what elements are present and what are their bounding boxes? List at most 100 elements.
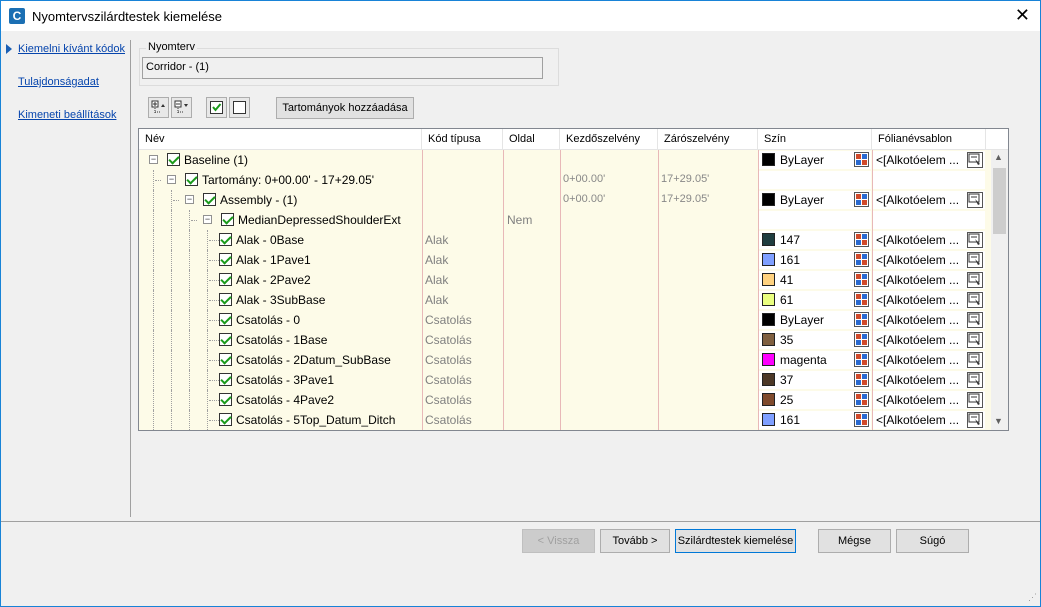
layer-picker-icon[interactable] <box>967 412 983 428</box>
row-layer-cell[interactable]: <[Alkotóelem ... <box>873 151 985 169</box>
row-checkbox[interactable] <box>219 353 232 366</box>
row-layer-cell[interactable] <box>873 211 985 229</box>
row-checkbox[interactable] <box>203 193 216 206</box>
layer-picker-icon[interactable] <box>967 152 983 168</box>
row-color-cell[interactable]: ByLayer <box>759 311 871 329</box>
collapse-toggle-icon[interactable]: − <box>185 195 194 204</box>
table-row[interactable]: − Assembly - (1) 0+00.00' 17+29.05' ByLayer <… <box>139 190 991 210</box>
row-color-cell[interactable]: magenta <box>759 351 871 369</box>
nav-item-tulajdonsagadat[interactable]: Tulajdonságadat <box>18 76 99 88</box>
row-layer-cell[interactable]: <[Alkotóelem ... <box>873 391 985 409</box>
layer-picker-icon[interactable] <box>967 372 983 388</box>
row-color-cell[interactable]: 35 <box>759 331 871 349</box>
color-picker-icon[interactable] <box>854 272 869 287</box>
col-header-folianevsablon[interactable]: Fólianévsablon <box>872 129 986 150</box>
layer-picker-icon[interactable] <box>967 192 983 208</box>
table-row[interactable]: Csatolás - 0 Csatolás ByLayer <[Alkotóelem … <box>139 310 991 330</box>
row-layer-cell[interactable]: <[Alkotóelem ... <box>873 371 985 389</box>
vertical-scrollbar[interactable]: ▲ ▼ <box>991 150 1008 430</box>
row-layer-cell[interactable]: <[Alkotóelem ... <box>873 331 985 349</box>
table-row[interactable]: Csatolás - 2Datum_SubBase Csatolás magenta… <box>139 350 991 370</box>
table-row[interactable]: Alak - 1Pave1 Alak 161 <[Alkotóelem ... <box>139 250 991 270</box>
color-picker-icon[interactable] <box>854 292 869 307</box>
row-layer-cell[interactable]: <[Alkotóelem ... <box>873 231 985 249</box>
table-row[interactable]: − Tartomány: 0+00.00' - 17+29.05' 0+00.00'… <box>139 170 991 190</box>
row-color-cell[interactable]: 161 <box>759 251 871 269</box>
row-color-cell[interactable]: 61 <box>759 291 871 309</box>
layer-picker-icon[interactable] <box>967 392 983 408</box>
row-checkbox[interactable] <box>219 233 232 246</box>
collapse-toggle-icon[interactable]: − <box>167 175 176 184</box>
row-checkbox[interactable] <box>219 273 232 286</box>
row-layer-cell[interactable]: <[Alkotóelem ... <box>873 351 985 369</box>
col-header-nev[interactable]: Név <box>139 129 422 150</box>
row-checkbox[interactable] <box>185 173 198 186</box>
table-row[interactable]: Csatolás - 3Pave1 Csatolás 37 <[Alkotóelem … <box>139 370 991 390</box>
row-checkbox[interactable] <box>219 293 232 306</box>
color-picker-icon[interactable] <box>854 232 869 247</box>
next-button[interactable]: Tovább > <box>600 529 670 553</box>
layer-picker-icon[interactable] <box>967 352 983 368</box>
row-color-cell[interactable]: 161 <box>759 411 871 429</box>
row-layer-cell[interactable] <box>873 171 985 189</box>
layer-picker-icon[interactable] <box>967 312 983 328</box>
nav-item-kiemelni-kivant-kodok[interactable]: Kiemelni kívánt kódok <box>18 43 125 55</box>
row-color-cell[interactable] <box>759 211 871 229</box>
scrollbar-thumb[interactable] <box>993 168 1006 234</box>
row-checkbox[interactable] <box>167 153 180 166</box>
color-picker-icon[interactable] <box>854 352 869 367</box>
color-picker-icon[interactable] <box>854 312 869 327</box>
check-all-button[interactable] <box>206 97 227 118</box>
help-button[interactable]: Súgó <box>896 529 969 553</box>
row-color-cell[interactable]: ByLayer <box>759 151 871 169</box>
row-checkbox[interactable] <box>219 313 232 326</box>
extract-solids-button[interactable]: Szilárdtestek kiemelése <box>675 529 796 553</box>
table-row[interactable]: Alak - 0Base Alak 147 <[Alkotóelem ... <box>139 230 991 250</box>
close-icon[interactable]: ✕ <box>1015 5 1030 25</box>
resize-grip-icon[interactable]: ⋰ <box>1028 592 1037 603</box>
row-checkbox[interactable] <box>219 253 232 266</box>
row-checkbox[interactable] <box>219 333 232 346</box>
scroll-down-icon[interactable]: ▼ <box>994 416 1003 426</box>
expand-all-button[interactable] <box>148 97 169 118</box>
color-picker-icon[interactable] <box>854 152 869 167</box>
table-row[interactable]: Csatolás - 5Top_Datum_Ditch Csatolás 161 <[… <box>139 410 991 430</box>
layer-picker-icon[interactable] <box>967 332 983 348</box>
table-row[interactable]: − MedianDepressedShoulderExt Nem <box>139 210 991 230</box>
scroll-up-icon[interactable]: ▲ <box>994 152 1003 162</box>
col-header-szin[interactable]: Szín <box>758 129 872 150</box>
row-color-cell[interactable]: 25 <box>759 391 871 409</box>
row-color-cell[interactable]: 41 <box>759 271 871 289</box>
table-row[interactable]: Csatolás - 1Base Csatolás 35 <[Alkotóelem .… <box>139 330 991 350</box>
add-ranges-button[interactable]: Tartományok hozzáadása <box>276 97 414 119</box>
color-picker-icon[interactable] <box>854 412 869 427</box>
uncheck-all-button[interactable] <box>229 97 250 118</box>
nav-item-kimeneti-beallitasok[interactable]: Kimeneti beállítások <box>18 109 116 121</box>
color-picker-icon[interactable] <box>854 252 869 267</box>
col-header-kezdoszelveny[interactable]: Kezdőszelvény <box>560 129 658 150</box>
layer-picker-icon[interactable] <box>967 272 983 288</box>
row-layer-cell[interactable]: <[Alkotóelem ... <box>873 291 985 309</box>
table-row[interactable]: Csatolás - 4Pave2 Csatolás 25 <[Alkotóelem … <box>139 390 991 410</box>
collapse-toggle-icon[interactable]: − <box>203 215 212 224</box>
row-layer-cell[interactable]: <[Alkotóelem ... <box>873 311 985 329</box>
row-layer-cell[interactable]: <[Alkotóelem ... <box>873 411 985 429</box>
collapse-all-button[interactable] <box>171 97 192 118</box>
color-picker-icon[interactable] <box>854 192 869 207</box>
table-row[interactable]: Alak - 2Pave2 Alak 41 <[Alkotóelem ... <box>139 270 991 290</box>
collapse-toggle-icon[interactable]: − <box>149 155 158 164</box>
row-color-cell[interactable]: 147 <box>759 231 871 249</box>
back-button[interactable]: < Vissza <box>522 529 595 553</box>
col-header-oldal[interactable]: Oldal <box>503 129 560 150</box>
layer-picker-icon[interactable] <box>967 232 983 248</box>
color-picker-icon[interactable] <box>854 332 869 347</box>
col-header-kod-tipusa[interactable]: Kód típusa <box>422 129 503 150</box>
row-color-cell[interactable]: ByLayer <box>759 191 871 209</box>
row-color-cell[interactable]: 37 <box>759 371 871 389</box>
row-layer-cell[interactable]: <[Alkotóelem ... <box>873 191 985 209</box>
row-checkbox[interactable] <box>219 393 232 406</box>
color-picker-icon[interactable] <box>854 372 869 387</box>
color-picker-icon[interactable] <box>854 392 869 407</box>
layer-picker-icon[interactable] <box>967 292 983 308</box>
row-color-cell[interactable] <box>759 171 871 189</box>
